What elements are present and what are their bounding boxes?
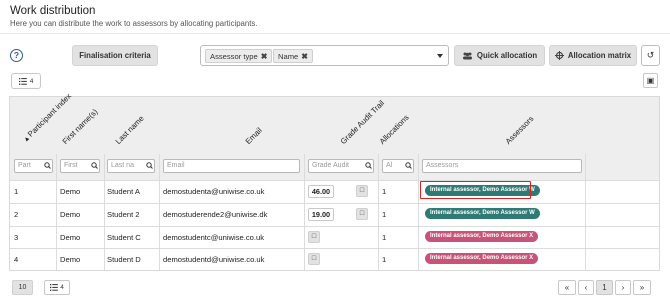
layout-icon[interactable]: ▣ bbox=[643, 73, 658, 88]
cell-email: demostudentc@uniwise.co.uk bbox=[163, 233, 264, 242]
filter-chip-label: Name bbox=[278, 51, 299, 61]
filter-grade-audit-input[interactable]: Grade Audit bbox=[308, 159, 374, 173]
cell-allocations: 1 bbox=[382, 233, 387, 242]
quick-allocation-button[interactable]: Quick allocation bbox=[454, 45, 545, 66]
grade-value[interactable]: 19.00 bbox=[308, 208, 334, 221]
finalisation-criteria-button[interactable]: Finalisation criteria bbox=[72, 45, 158, 66]
quick-allocation-label: Quick allocation bbox=[476, 51, 538, 60]
filter-chip-assessor-type: Assessor type ✖ bbox=[205, 49, 273, 63]
close-icon[interactable]: ✖ bbox=[301, 52, 308, 61]
column-divider bbox=[585, 154, 586, 270]
filter-placeholder: First bbox=[64, 162, 78, 169]
filter-select[interactable]: Assessor type ✖ Name ✖ bbox=[200, 45, 449, 66]
cell-email: demostuderende2@uniwise.dk bbox=[163, 210, 268, 219]
filter-assessors-input[interactable]: Assessors bbox=[422, 159, 582, 173]
crosshair-icon bbox=[554, 51, 564, 60]
column-divider bbox=[304, 154, 305, 270]
filter-placeholder: Grade Audit bbox=[312, 162, 349, 169]
column-toggle-button[interactable]: 4 bbox=[44, 280, 70, 295]
page-subtitle: Here you can distribute the work to asse… bbox=[10, 19, 258, 28]
cell-email: demostudenta@uniwise.co.uk bbox=[163, 187, 265, 196]
column-divider bbox=[56, 154, 57, 270]
allocation-matrix-label: Allocation matrix bbox=[567, 51, 632, 60]
cell-last-name: Student C bbox=[107, 233, 141, 242]
columns-count: 4 bbox=[60, 284, 64, 291]
columns-count: 4 bbox=[29, 77, 34, 85]
help-icon[interactable]: ? bbox=[10, 49, 23, 62]
assessor-badge[interactable]: Internal assessor, Demo Assessor X bbox=[425, 253, 539, 264]
clipboard-icon[interactable]: □ bbox=[308, 231, 320, 243]
highlight-box bbox=[420, 181, 531, 199]
search-icon bbox=[365, 162, 372, 169]
search-icon bbox=[91, 162, 98, 169]
cell-index: 3 bbox=[14, 233, 19, 242]
filter-placeholder: Assessors bbox=[426, 162, 459, 169]
cell-first-name: Demo bbox=[60, 255, 81, 264]
row-divider bbox=[10, 203, 659, 204]
cell-first-name: Demo bbox=[60, 233, 81, 242]
chevron-down-icon[interactable] bbox=[437, 54, 443, 58]
close-icon[interactable]: ✖ bbox=[261, 52, 268, 61]
cell-index: 2 bbox=[14, 210, 19, 219]
clipboard-icon[interactable]: □ bbox=[308, 253, 320, 265]
assessor-badge[interactable]: Internal assessor, Demo Assessor X bbox=[425, 231, 539, 242]
filter-placeholder: Part bbox=[18, 162, 31, 169]
cell-index: 4 bbox=[14, 255, 19, 264]
users-icon bbox=[462, 52, 472, 59]
search-icon bbox=[405, 162, 412, 169]
cell-last-name: Student 2 bbox=[107, 210, 140, 219]
filter-placeholder: Last na bbox=[111, 162, 134, 169]
cell-allocations: 1 bbox=[382, 187, 387, 196]
page-title: Work distribution bbox=[10, 5, 96, 17]
cell-allocations: 1 bbox=[382, 210, 387, 219]
allocation-matrix-button[interactable]: Allocation matrix bbox=[549, 45, 637, 66]
last-page-button[interactable]: » bbox=[633, 280, 651, 295]
finalisation-criteria-label: Finalisation criteria bbox=[79, 51, 151, 60]
cell-first-name: Demo bbox=[60, 210, 81, 219]
grade-value[interactable]: 46.00 bbox=[308, 185, 334, 198]
list-icon bbox=[50, 284, 58, 291]
cell-allocations: 1 bbox=[382, 255, 387, 264]
cell-last-name: Student D bbox=[107, 255, 141, 264]
header-divider bbox=[0, 33, 670, 34]
row-divider bbox=[10, 180, 659, 181]
cell-index: 1 bbox=[14, 187, 19, 196]
cell-last-name: Student A bbox=[107, 187, 140, 196]
undo-icon[interactable]: ↺ bbox=[641, 45, 660, 66]
clipboard-icon[interactable]: □ bbox=[356, 185, 368, 197]
search-icon bbox=[44, 162, 51, 169]
filter-last-name-input[interactable]: Last na bbox=[107, 159, 155, 173]
allocation-table: ▴ Participant index First name(s) Last n… bbox=[9, 92, 660, 271]
row-divider bbox=[10, 248, 659, 249]
column-divider bbox=[378, 154, 379, 270]
filter-chip-label: Assessor type bbox=[210, 51, 258, 61]
row-divider bbox=[10, 226, 659, 227]
column-divider bbox=[159, 154, 160, 270]
column-divider bbox=[104, 154, 105, 270]
filter-placeholder: Email bbox=[167, 162, 185, 169]
list-icon bbox=[18, 77, 27, 85]
search-icon bbox=[146, 162, 153, 169]
filter-chip-name: Name ✖ bbox=[273, 49, 313, 63]
prev-page-button[interactable]: ‹ bbox=[578, 280, 594, 295]
column-toggle-button[interactable]: 4 bbox=[11, 73, 41, 89]
first-page-button[interactable]: « bbox=[558, 280, 576, 295]
filter-first-name-input[interactable]: First bbox=[60, 159, 100, 173]
cell-first-name: Demo bbox=[60, 187, 81, 196]
page-1-button[interactable]: 1 bbox=[596, 280, 613, 295]
filter-email-input[interactable]: Email bbox=[163, 159, 300, 173]
filter-placeholder: Al bbox=[386, 162, 393, 169]
filter-allocations-input[interactable]: Al bbox=[382, 159, 414, 173]
column-divider bbox=[418, 154, 419, 270]
filter-participant-index-input[interactable]: Part bbox=[14, 159, 53, 173]
page-size-select[interactable]: 10 bbox=[12, 280, 33, 295]
cell-email: demostudentd@uniwise.co.uk bbox=[163, 255, 265, 264]
clipboard-icon[interactable]: □ bbox=[356, 208, 368, 220]
assessor-badge[interactable]: Internal assessor, Demo Assessor W bbox=[425, 208, 540, 219]
next-page-button[interactable]: › bbox=[615, 280, 631, 295]
